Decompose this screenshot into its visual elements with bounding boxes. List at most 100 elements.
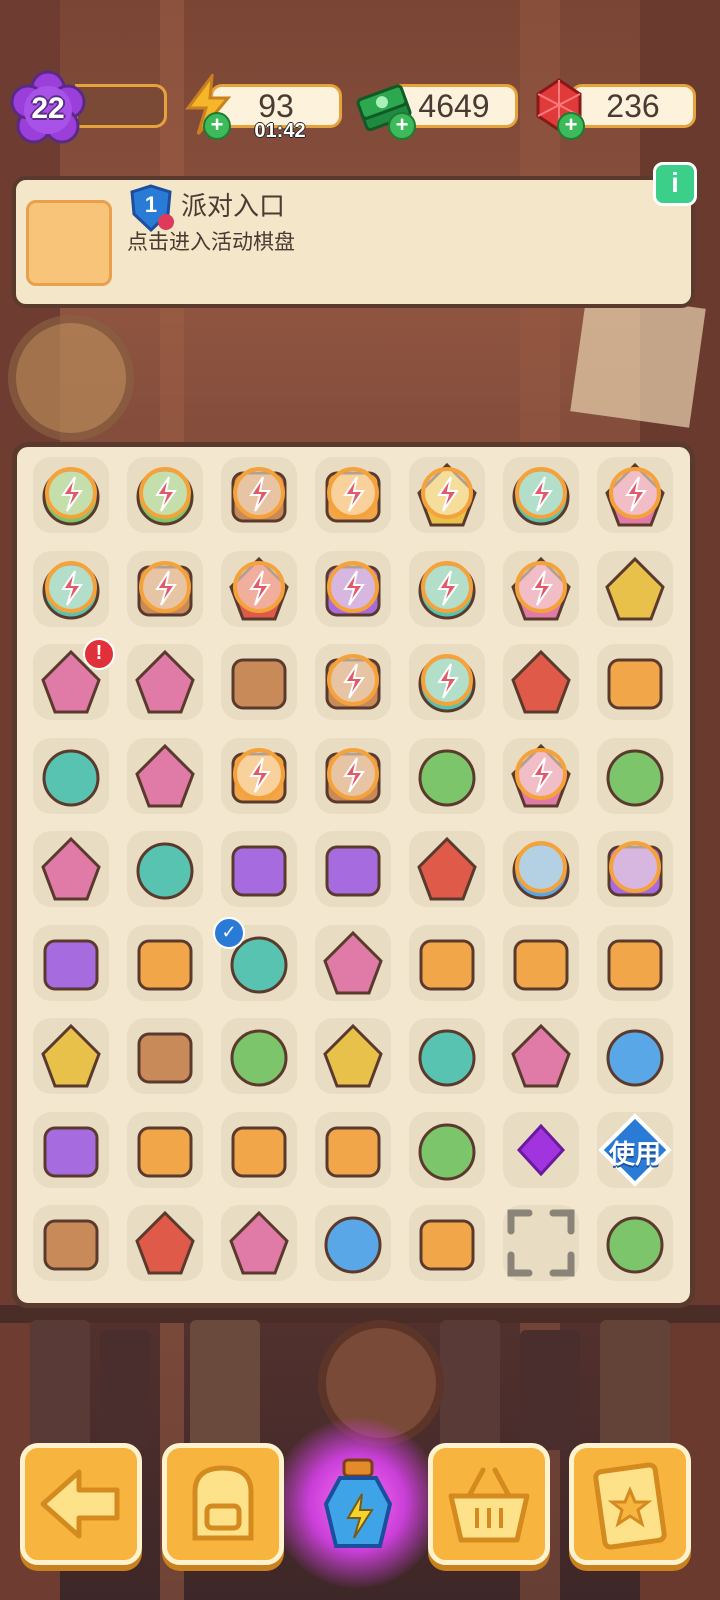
board-cell[interactable] bbox=[405, 827, 489, 911]
board-cell[interactable] bbox=[29, 827, 113, 911]
board-cell[interactable] bbox=[405, 640, 489, 724]
board-cell[interactable] bbox=[593, 734, 677, 818]
purple-moth-icon bbox=[607, 658, 663, 710]
board-cell[interactable] bbox=[123, 734, 207, 818]
board-cell[interactable] bbox=[29, 547, 113, 631]
board-cell[interactable] bbox=[593, 921, 677, 1005]
board-cell[interactable] bbox=[217, 1108, 301, 1192]
moth-icon bbox=[605, 556, 665, 620]
board-cell[interactable] bbox=[311, 1108, 395, 1192]
board-cell[interactable] bbox=[593, 453, 677, 537]
eraser-icon bbox=[419, 1219, 475, 1271]
stacked-boxes-icon bbox=[137, 939, 193, 990]
board-cell[interactable] bbox=[123, 1108, 207, 1192]
board-cell[interactable] bbox=[311, 547, 395, 631]
board-cell[interactable] bbox=[593, 640, 677, 724]
event-panel[interactable]: 1 派对入口 点击进入活动棋盘 i bbox=[12, 162, 697, 308]
board-cell[interactable]: ! bbox=[29, 638, 115, 724]
board-cell[interactable] bbox=[217, 827, 301, 911]
tasks-button[interactable] bbox=[569, 1443, 691, 1565]
board-cell[interactable] bbox=[123, 1201, 207, 1285]
back-arrow-icon bbox=[40, 1469, 120, 1539]
flower-bush-icon bbox=[418, 1029, 476, 1087]
board-cell[interactable] bbox=[29, 1201, 113, 1285]
board-cell[interactable] bbox=[311, 453, 395, 537]
board-cell[interactable] bbox=[311, 1014, 395, 1098]
board-cell[interactable] bbox=[123, 921, 207, 1005]
glass-trophy-icon bbox=[135, 1210, 195, 1275]
info-button[interactable]: i bbox=[653, 162, 697, 206]
locked-toolbox-icon bbox=[42, 467, 100, 526]
add-energy-icon[interactable]: + bbox=[203, 112, 231, 140]
board-cell[interactable] bbox=[29, 921, 113, 1005]
board-cell[interactable] bbox=[217, 1014, 301, 1098]
board-cell[interactable] bbox=[217, 1201, 301, 1285]
board-cell[interactable] bbox=[217, 453, 301, 537]
board-cell[interactable] bbox=[123, 453, 207, 537]
board-cell[interactable] bbox=[311, 734, 395, 818]
locked-crate-icon bbox=[231, 467, 287, 523]
board-cell[interactable] bbox=[29, 1014, 113, 1098]
gold-trophy-icon bbox=[42, 749, 100, 806]
bunny-fox-poster-icon bbox=[229, 1210, 289, 1275]
board-cell[interactable] bbox=[123, 547, 207, 631]
shop-button[interactable] bbox=[428, 1443, 550, 1565]
cash-value: 4649 bbox=[418, 88, 490, 124]
couple-poster-icon bbox=[230, 1029, 288, 1087]
red-tray-icon bbox=[419, 939, 475, 990]
board-cell[interactable] bbox=[593, 547, 677, 631]
board-cell[interactable] bbox=[499, 1014, 583, 1098]
add-cash-icon[interactable]: + bbox=[388, 112, 416, 140]
board-cell[interactable]: 使用 bbox=[593, 1108, 677, 1192]
board-cell[interactable] bbox=[499, 1201, 583, 1285]
board-cell[interactable] bbox=[405, 1108, 489, 1192]
board-cell[interactable] bbox=[217, 734, 301, 818]
board-cell[interactable] bbox=[311, 921, 395, 1005]
board-cell[interactable] bbox=[217, 547, 301, 631]
board-cell[interactable] bbox=[593, 1201, 677, 1285]
crystal-trophy-icon bbox=[606, 1029, 664, 1087]
board-cell[interactable] bbox=[593, 827, 677, 911]
empty-slot-icon bbox=[507, 1209, 575, 1277]
board-cell[interactable] bbox=[311, 640, 395, 724]
board-cell[interactable] bbox=[311, 827, 395, 911]
board-cell[interactable] bbox=[405, 1014, 489, 1098]
board-cell[interactable] bbox=[29, 1108, 113, 1192]
board-cell[interactable] bbox=[217, 640, 301, 724]
add-gems-icon[interactable]: + bbox=[557, 112, 585, 140]
honey-jar-icon bbox=[606, 749, 664, 806]
energy-value: 93 bbox=[258, 88, 294, 124]
board-cell[interactable] bbox=[123, 640, 207, 724]
use-label: 使用 bbox=[608, 1138, 661, 1169]
green-sprout-icon bbox=[231, 658, 287, 710]
board-cell[interactable] bbox=[405, 921, 489, 1005]
board-cell[interactable] bbox=[405, 734, 489, 818]
locked-bread-bag-icon bbox=[136, 467, 194, 526]
top-hud: 22 93 + 01:42 4649 + 236 + bbox=[0, 70, 720, 150]
board-cell[interactable] bbox=[29, 734, 113, 818]
board-cell[interactable] bbox=[405, 1201, 489, 1285]
energy-potion-icon[interactable] bbox=[310, 1454, 406, 1554]
board-cell[interactable] bbox=[311, 1201, 395, 1285]
level-badge[interactable]: 22 bbox=[8, 70, 88, 150]
board-cell[interactable] bbox=[499, 734, 583, 818]
board-cell[interactable] bbox=[499, 453, 583, 537]
clay-pot-icon bbox=[41, 1023, 101, 1088]
board-cell[interactable] bbox=[499, 640, 583, 724]
board-cell[interactable] bbox=[123, 827, 207, 911]
board-cell[interactable]: ✓ bbox=[213, 916, 301, 1005]
locked-spool-icon bbox=[325, 467, 381, 523]
board-cell[interactable] bbox=[593, 1014, 677, 1098]
back-button[interactable] bbox=[20, 1443, 142, 1565]
event-thumbnail[interactable] bbox=[26, 200, 112, 286]
board-cell[interactable] bbox=[499, 921, 583, 1005]
board-cell[interactable] bbox=[29, 453, 113, 537]
board-cell[interactable] bbox=[123, 1014, 207, 1098]
board-cell[interactable] bbox=[405, 547, 489, 631]
glowing-vase-icon bbox=[512, 841, 570, 900]
backpack-button[interactable] bbox=[162, 1443, 284, 1565]
board-cell[interactable] bbox=[499, 827, 583, 911]
board-cell[interactable] bbox=[499, 1108, 583, 1192]
board-cell[interactable] bbox=[499, 547, 583, 631]
board-cell[interactable] bbox=[405, 453, 489, 537]
